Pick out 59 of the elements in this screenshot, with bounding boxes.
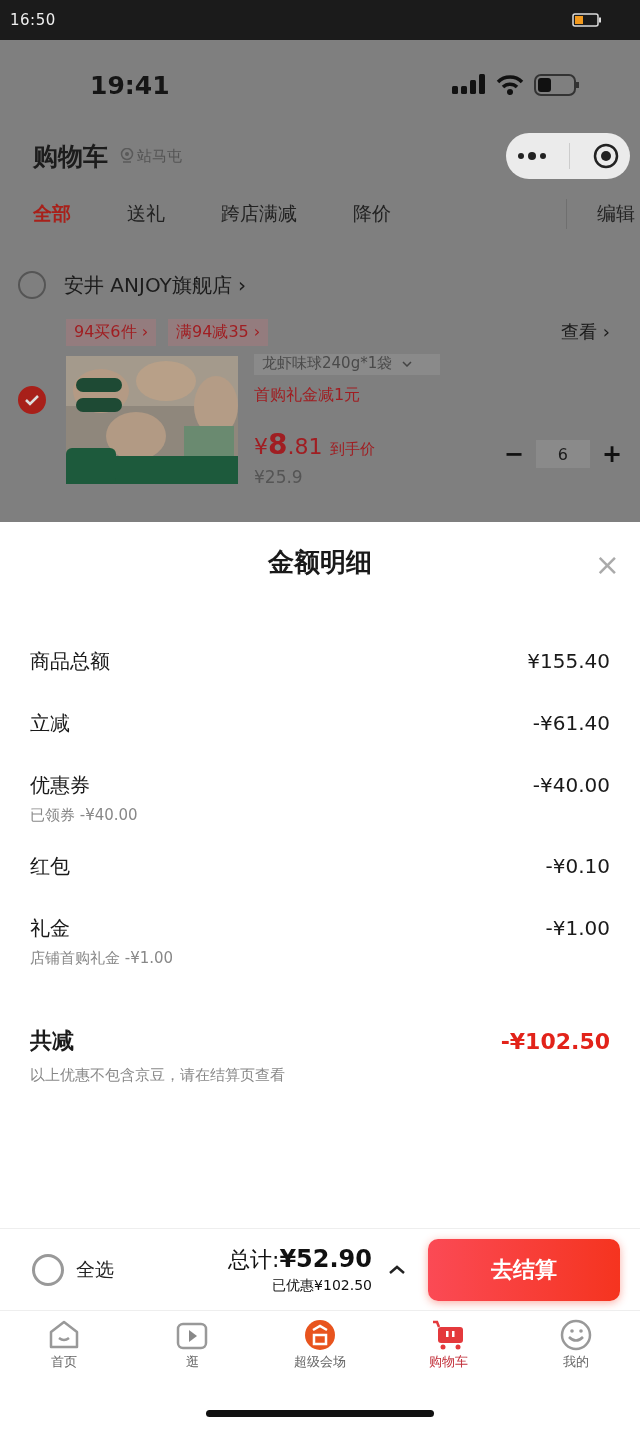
nav-tab[interactable]: 首页	[14, 1319, 114, 1390]
page-title: 购物车	[33, 140, 108, 173]
quantity-field[interactable]: 6	[535, 440, 590, 468]
nav-tab[interactable]: 购物车	[398, 1319, 498, 1390]
discount-total: 已优惠¥102.50	[272, 1276, 372, 1295]
row-amount: -¥0.10	[545, 854, 610, 878]
badge-icon	[304, 1319, 336, 1351]
promo-text: 首购礼金减1元	[254, 385, 362, 406]
wifi-icon	[496, 74, 524, 96]
check-icon	[24, 394, 40, 406]
row-amount: ¥155.40	[527, 649, 610, 673]
edit-button[interactable]: 编辑	[597, 201, 635, 227]
row-label: 红包	[30, 852, 70, 880]
nav-tab[interactable]: 我的	[526, 1319, 626, 1390]
close-button[interactable]: ×	[588, 546, 626, 583]
row-note: 已领券 -¥40.00	[30, 806, 139, 825]
more-icon[interactable]	[517, 151, 548, 161]
row-amount: -¥61.40	[532, 711, 610, 735]
caret-up-icon[interactable]	[388, 1264, 406, 1275]
row-amount: -¥102.50	[500, 1028, 610, 1054]
close-mini-program-icon[interactable]	[592, 143, 619, 169]
filter-tab[interactable]: 降价	[353, 201, 391, 227]
final-price: ¥8.81	[254, 428, 323, 461]
checkout-button[interactable]: 去结算	[428, 1238, 620, 1301]
clock: 19:41	[90, 70, 170, 100]
battery-icon	[572, 13, 602, 27]
select-all-label: 全选	[76, 1256, 114, 1282]
row-label: 优惠券	[30, 771, 90, 799]
home-icon	[48, 1319, 80, 1351]
store-checkbox[interactable]	[18, 271, 46, 299]
filter-tab[interactable]: 跨店满减	[221, 201, 297, 227]
row-label: 商品总额	[30, 647, 110, 675]
row-label: 共减	[30, 1027, 74, 1055]
row-amount: -¥40.00	[532, 773, 610, 797]
decrease-button[interactable]: −	[499, 440, 528, 468]
location-pin-icon	[120, 148, 134, 164]
select-all-checkbox[interactable]	[32, 1253, 64, 1286]
total-price: 总计:¥52.90	[227, 1244, 372, 1275]
nav-tab[interactable]: 逛	[142, 1319, 242, 1390]
increase-button[interactable]: +	[597, 440, 626, 468]
sheet-title: 金额明细	[268, 545, 372, 579]
footnote: 以上优惠不包含京豆，请在结算页查看	[30, 1066, 286, 1085]
row-note: 店铺首购礼金 -¥1.00	[30, 949, 175, 968]
item-checkbox[interactable]	[18, 386, 46, 414]
signal-icon	[452, 74, 486, 96]
row-amount: -¥1.00	[545, 916, 610, 940]
smiley-icon	[560, 1319, 592, 1351]
store-name-link[interactable]: 安井 ANJOY旗舰店 ›	[64, 271, 247, 299]
variant-selector[interactable]: 龙虾味球240g*1袋	[254, 354, 440, 375]
battery-icon	[534, 74, 580, 96]
row-label: 礼金	[30, 914, 70, 942]
cart-icon	[431, 1319, 465, 1351]
filter-tab[interactable]: 送礼	[127, 201, 165, 227]
row-label: 立减	[30, 709, 70, 737]
nav-tab[interactable]: 超级会场	[270, 1319, 370, 1390]
price-note: 到手价	[330, 440, 376, 459]
view-link[interactable]: 查看 ›	[561, 320, 610, 344]
dropdown-icon	[402, 360, 413, 367]
clock: 16:50	[10, 11, 56, 29]
